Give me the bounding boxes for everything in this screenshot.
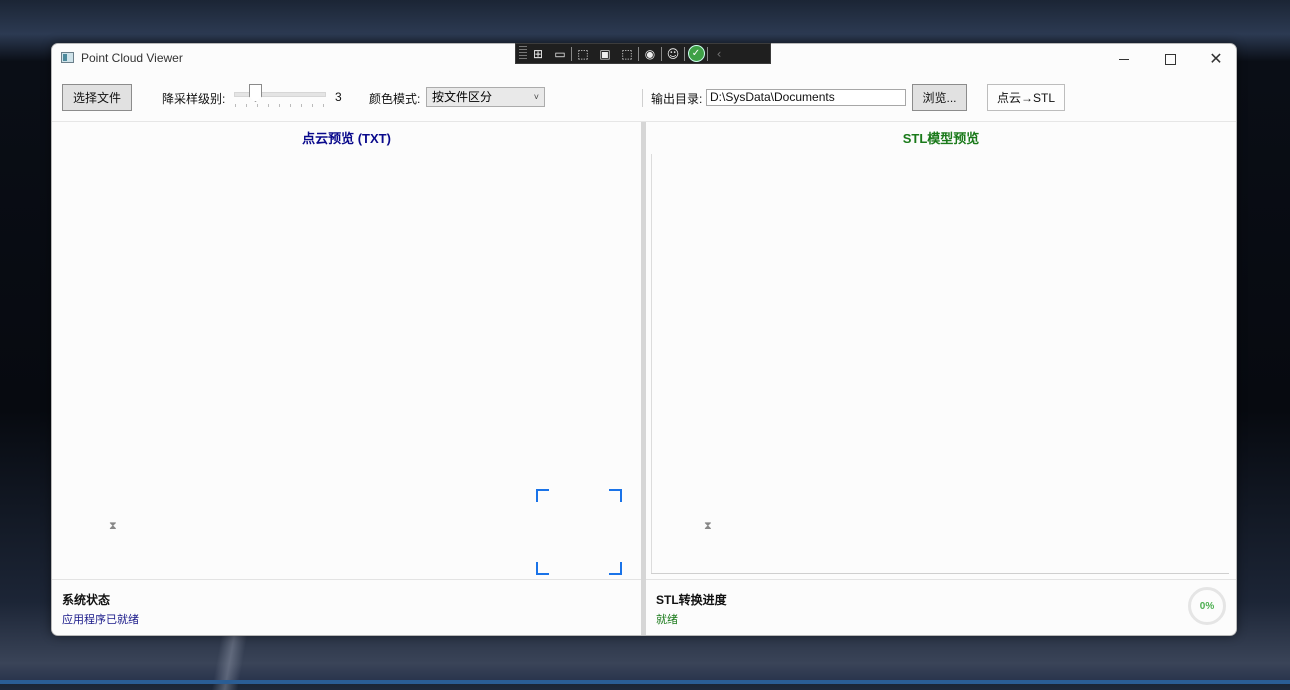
stl-panel: STL模型预览 ⧗ STL转换进度 就绪 0% (646, 122, 1236, 635)
focus-corner-icon (536, 562, 549, 575)
downsample-slider-ticks (235, 104, 325, 107)
select-file-button[interactable]: 选择文件 (62, 84, 132, 111)
maximize-button[interactable] (1147, 44, 1193, 74)
stl-progress-title: STL转换进度 (656, 593, 727, 607)
stl-progress-ring: 0% (1188, 587, 1226, 625)
select-element-icon[interactable]: ⬚ (572, 44, 594, 63)
color-mode-label: 颜色模式: (369, 92, 421, 106)
color-mode-select[interactable]: 按文件区分 ˅ (426, 87, 545, 107)
hourglass-icon: ⧗ (109, 519, 117, 532)
toolbar-grip[interactable] (519, 46, 527, 61)
output-dir-label: 输出目录: (651, 92, 703, 106)
output-dir-input[interactable]: D:\SysData\Documents (706, 89, 906, 106)
focus-corner-icon (609, 489, 622, 502)
toolbar: 选择文件 降采样级别: 3 颜色模式: 按文件区分 ˅ 输出目录: D:\Sys… (52, 74, 1236, 122)
stl-progress-text: 就绪 (656, 614, 678, 626)
convert-to-stl-button[interactable]: 点云→STL (987, 84, 1065, 111)
toolbar-separator (642, 89, 643, 107)
ok-status-icon: ✓ (687, 45, 705, 62)
hourglass-icon: ⧗ (704, 519, 712, 532)
point-cloud-panel: 点云预览 (TXT) ⧗ 系统状态 应用程序已就绪 (52, 122, 641, 635)
browse-button[interactable]: 浏览... (912, 84, 967, 111)
track-focused-icon[interactable]: ⬚ (616, 44, 638, 63)
stl-viewport-border (651, 573, 1229, 574)
downsample-label: 降采样级别: (162, 92, 226, 106)
downsample-value: 3 (335, 90, 342, 104)
color-mode-selected: 按文件区分 (432, 90, 493, 104)
point-cloud-viewport[interactable] (52, 152, 641, 580)
xaml-debug-toolbar: ⊞ ▭ ⬚ ▣ ⬚ ◉ ☺ ✓ ‹ (515, 43, 771, 64)
display-layout-adorners-icon[interactable]: ▣ (594, 44, 616, 63)
app-icon (61, 52, 74, 63)
downsample-slider-thumb[interactable] (249, 84, 262, 102)
maximize-icon (1164, 53, 1176, 65)
system-status-text: 应用程序已就绪 (62, 614, 139, 626)
minimize-button[interactable] (1101, 44, 1147, 74)
system-status-title: 系统状态 (62, 593, 111, 607)
chevron-down-icon: ˅ (533, 92, 539, 102)
taskbar-edge (0, 680, 1290, 684)
close-icon: ✕ (1209, 49, 1223, 68)
ok-status-button[interactable]: ✓ (685, 44, 707, 63)
focus-corner-icon (609, 562, 622, 575)
window-title: Point Cloud Viewer (81, 51, 183, 65)
stl-preview-title: STL模型预览 (902, 131, 980, 146)
minimize-icon (1119, 58, 1129, 60)
live-tree-icon[interactable]: ⊞ (527, 44, 549, 63)
downsample-slider-track[interactable] (234, 92, 326, 97)
focus-corner-icon (536, 489, 549, 502)
stl-viewport[interactable] (651, 154, 1229, 574)
stl-progress-area: STL转换进度 就绪 0% (646, 579, 1236, 635)
collapse-icon[interactable]: ‹ (708, 44, 730, 63)
record-icon[interactable]: ▭ (549, 44, 571, 63)
hot-reload-icon[interactable]: ◉ (639, 44, 661, 63)
system-status-area: 系统状态 应用程序已就绪 (52, 579, 641, 635)
app-window: Point Cloud Viewer ✕ 选择文件 降采样级别: 3 颜色模式:… (51, 43, 1237, 636)
accessibility-icon[interactable]: ☺ (662, 44, 684, 63)
close-button[interactable]: ✕ (1193, 44, 1236, 74)
point-cloud-preview-title: 点云预览 (TXT) (302, 131, 391, 146)
